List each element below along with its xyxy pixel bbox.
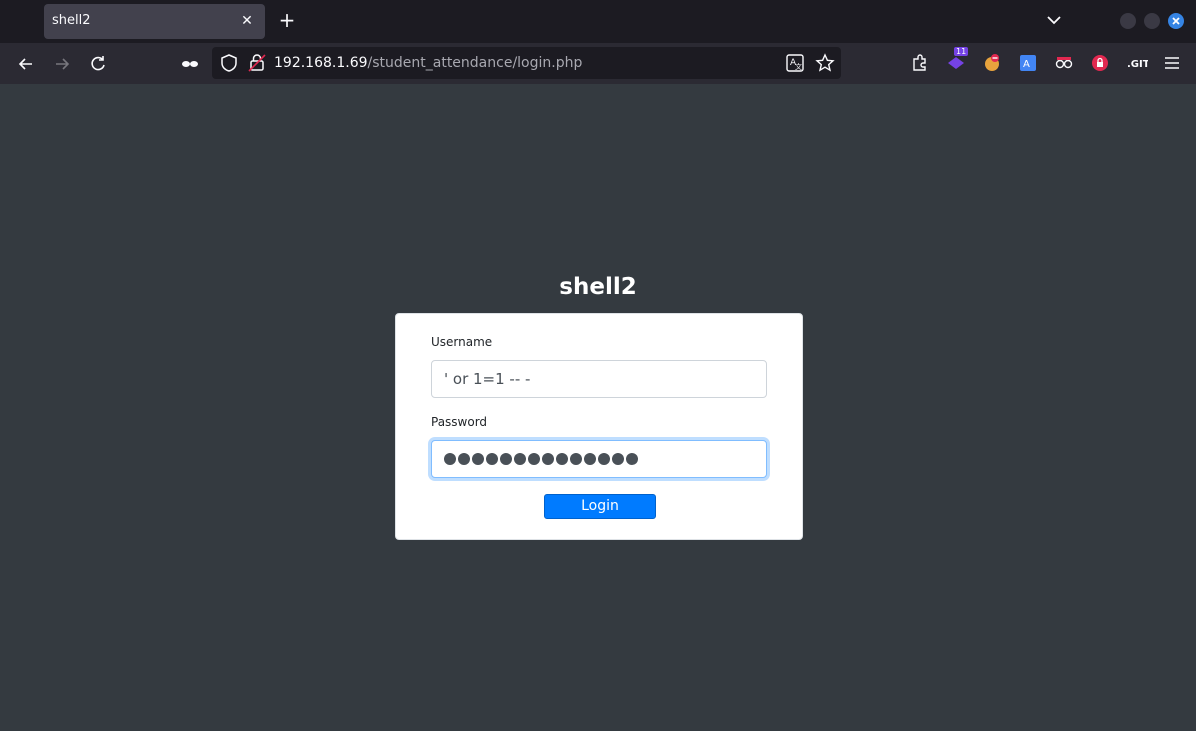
back-arrow-icon[interactable] <box>15 53 37 75</box>
password-dot <box>584 453 596 465</box>
password-dot <box>542 453 554 465</box>
extension-lock-icon[interactable] <box>1090 53 1110 73</box>
bookmark-star-icon[interactable] <box>815 53 835 73</box>
password-dot <box>626 453 638 465</box>
translate-icon[interactable]: A文 <box>786 54 804 72</box>
page-title: shell2 <box>559 274 637 300</box>
hamburger-menu-icon[interactable] <box>1162 53 1182 73</box>
new-tab-button[interactable]: + <box>276 9 298 31</box>
tab-close-icon[interactable]: ✕ <box>237 11 257 31</box>
url-path: /student_attendance/login.php <box>367 55 583 71</box>
tab-bar: shell2 ✕ + <box>0 0 1196 43</box>
forward-arrow-icon[interactable] <box>51 53 73 75</box>
extension-cookie-icon[interactable] <box>982 53 1002 73</box>
password-dot <box>598 453 610 465</box>
reload-icon[interactable] <box>87 53 109 75</box>
password-input[interactable] <box>431 440 767 478</box>
url-text[interactable]: 192.168.1.69/student_attendance/login.ph… <box>274 55 582 71</box>
password-dot <box>444 453 456 465</box>
shield-icon[interactable] <box>220 53 238 73</box>
svg-text:.GIT: .GIT <box>1127 59 1148 70</box>
extension-badge: 11 <box>954 47 969 56</box>
url-bar[interactable]: 192.168.1.69/student_attendance/login.ph… <box>212 47 841 79</box>
password-label: Password <box>431 415 488 429</box>
login-card: Username ' or 1=1 -- - Password Login <box>395 313 803 540</box>
password-dot <box>514 453 526 465</box>
password-dot <box>556 453 568 465</box>
svg-text:A: A <box>1023 59 1030 70</box>
extension-translate-icon[interactable]: A <box>1018 53 1038 73</box>
password-dot <box>500 453 512 465</box>
minimize-button[interactable] <box>1120 13 1136 29</box>
username-input[interactable]: ' or 1=1 -- - <box>431 360 767 398</box>
maximize-button[interactable] <box>1144 13 1160 29</box>
password-masked-value <box>444 453 638 465</box>
window-close-button[interactable] <box>1168 13 1184 29</box>
password-dot <box>570 453 582 465</box>
login-button[interactable]: Login <box>544 494 656 519</box>
username-value: ' or 1=1 -- - <box>444 370 531 388</box>
private-mask-icon <box>179 53 201 75</box>
password-dot <box>528 453 540 465</box>
browser-tab[interactable]: shell2 ✕ <box>44 4 265 39</box>
navigation-bar: 192.168.1.69/student_attendance/login.ph… <box>0 43 1196 84</box>
extension-spy-icon[interactable] <box>1054 53 1074 73</box>
password-dot <box>472 453 484 465</box>
extension-git-icon[interactable]: .GIT <box>1126 53 1148 73</box>
tab-title: shell2 <box>52 13 91 28</box>
password-dot <box>458 453 470 465</box>
svg-text:文: 文 <box>795 62 802 71</box>
password-dot <box>612 453 624 465</box>
username-label: Username <box>431 335 493 349</box>
extensions-puzzle-icon[interactable] <box>910 53 930 73</box>
tab-list-chevron-icon[interactable] <box>1044 10 1064 30</box>
extension-purple-icon[interactable]: 11 <box>946 47 969 73</box>
page-content: shell2 Username ' or 1=1 -- - Password L… <box>0 84 1196 731</box>
password-dot <box>486 453 498 465</box>
url-host: 192.168.1.69 <box>274 55 368 71</box>
insecure-lock-icon[interactable] <box>248 53 266 73</box>
